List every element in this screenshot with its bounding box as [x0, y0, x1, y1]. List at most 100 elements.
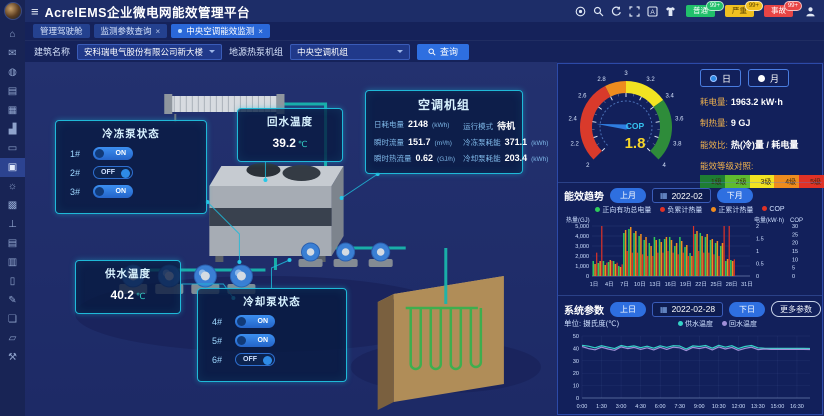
svg-text:4,000: 4,000	[575, 234, 589, 240]
pump-row-3#: 3#ON	[64, 185, 198, 198]
pump-toggle-2#[interactable]: OFF	[93, 166, 133, 179]
pump-toggle-5#[interactable]: ON	[235, 334, 275, 347]
user-avatar-icon[interactable]	[805, 6, 816, 17]
filter-bar: 建筑名称 安科瑞电气股份有限公司新大楼 地源热泵机组 中央空调机组 查询	[25, 40, 824, 62]
sidebar-item-grid-icon[interactable]: ▩	[0, 196, 25, 215]
ahu-stat-瞬时流量: 瞬时流量151.7(m³/h)	[374, 137, 455, 148]
svg-text:16日: 16日	[665, 281, 677, 288]
svg-text:热量(GJ): 热量(GJ)	[566, 216, 590, 224]
svg-text:25: 25	[792, 232, 798, 238]
svg-text:9:00: 9:00	[694, 404, 705, 410]
fullscreen-icon[interactable]	[629, 6, 640, 17]
toggle-knob	[263, 356, 272, 365]
sidebar-item-image-icon[interactable]: ▭	[0, 139, 25, 158]
alarm-button-普通[interactable]: 普通99+	[686, 5, 715, 18]
pump-toggle-1#[interactable]: ON	[93, 147, 133, 160]
sidebar-item-battery-icon[interactable]: ▯	[0, 272, 25, 291]
svg-text:22日: 22日	[695, 281, 707, 288]
sidebar-item-document-icon[interactable]: ▱	[0, 329, 25, 348]
svg-text:电量(kW·h): 电量(kW·h)	[754, 216, 784, 224]
svg-text:30: 30	[573, 359, 579, 365]
pump-row-6#: 6#OFF	[206, 353, 338, 366]
sidebar-item-home-icon[interactable]: ⌂	[0, 25, 25, 44]
prev-month-button[interactable]: 上月	[610, 188, 646, 203]
supply-water-panel: 供水温度 40.2℃	[75, 260, 181, 314]
sidebar-item-chart-icon[interactable]: ▟	[0, 120, 25, 139]
alarm-button-事故[interactable]: 事故99+	[764, 5, 793, 18]
sidebar-item-calendar-icon[interactable]: ▤	[0, 234, 25, 253]
sidebar: ⌂ ✉ ◍ ▤ ▦ ▟ ▭ ▣ ☼▩ ⊥ ▤ ▥ ▯✎❏▱⚒	[0, 0, 25, 416]
sidebar-items: ⌂ ✉ ◍ ▤ ▦ ▟ ▭ ▣ ☼▩ ⊥ ▤ ▥ ▯✎❏▱⚒	[0, 25, 25, 367]
radio-dot-icon	[710, 75, 717, 82]
search-button[interactable]: 查询	[417, 44, 469, 60]
theme-skin-icon[interactable]	[665, 6, 676, 17]
month-picker[interactable]: ▦2022-02	[652, 188, 711, 203]
pump-toggle-4#[interactable]: ON	[235, 315, 275, 328]
pump-row-2#: 2#OFF	[64, 166, 198, 179]
sidebar-item-building-icon[interactable]: ▦	[0, 101, 25, 120]
image-icon: ▭	[8, 144, 17, 154]
search-icon[interactable]	[593, 6, 604, 17]
period-day-radio[interactable]: 日	[700, 69, 741, 87]
svg-text:7日: 7日	[620, 281, 629, 288]
svg-text:3,000: 3,000	[575, 244, 589, 250]
building-select[interactable]: 安科瑞电气股份有限公司新大楼	[77, 44, 222, 60]
antenna-icon: ⊥	[8, 220, 17, 230]
unit-select[interactable]: 中央空调机组	[290, 44, 410, 60]
tab-监测参数查询[interactable]: 监测参数查询×	[94, 24, 168, 38]
panel-title: 回水温度	[246, 114, 334, 129]
sidebar-item-table-icon[interactable]: ▥	[0, 253, 25, 272]
svg-text:0: 0	[576, 396, 579, 402]
svg-text:5: 5	[792, 266, 795, 272]
close-tab-icon[interactable]: ×	[258, 27, 263, 36]
sidebar-item-folder-icon[interactable]: ▤	[0, 82, 25, 101]
panel-title: 供水温度	[84, 266, 172, 281]
sidebar-item-layers-icon[interactable]: ❏	[0, 310, 25, 329]
translate-icon[interactable]: A	[647, 6, 658, 17]
refresh-icon[interactable]	[611, 6, 622, 17]
sidebar-item-message-icon[interactable]: ✉	[0, 44, 25, 63]
disc-icon[interactable]	[575, 6, 586, 17]
sidebar-item-antenna-icon[interactable]: ⊥	[0, 215, 25, 234]
svg-text:30: 30	[792, 224, 798, 230]
svg-text:0: 0	[756, 274, 759, 280]
app-logo[interactable]	[4, 2, 22, 20]
system-params-section: 系统参数 上日 ▦2022-02-28 下日 更多参数 单位: 摄氏度(℃) 供…	[558, 295, 822, 416]
svg-text:25日: 25日	[711, 281, 723, 288]
alarm-button-严重[interactable]: 严重99+	[725, 5, 754, 18]
svg-text:2.2: 2.2	[570, 142, 579, 148]
pump-toggle-3#[interactable]: ON	[93, 185, 133, 198]
monitor-icon: ▣	[8, 163, 17, 173]
svg-text:A: A	[650, 9, 655, 16]
more-params-button[interactable]: 更多参数	[771, 301, 821, 317]
tab-管理驾驶舱[interactable]: 管理驾驶舱	[33, 24, 90, 38]
panel-title: 冷却泵状态	[206, 294, 338, 309]
home-icon: ⌂	[9, 30, 15, 40]
building-label: 建筑名称	[34, 45, 70, 58]
menu-toggle-icon[interactable]: ≡	[31, 5, 39, 18]
sidebar-item-bulb-icon[interactable]: ☼	[0, 177, 25, 196]
power-consumption-stat: 耗电量:1963.2 kW·h	[700, 96, 824, 108]
pump-row-5#: 5#ON	[206, 334, 338, 347]
sidebar-item-tools-icon[interactable]: ⚒	[0, 348, 25, 367]
period-month-radio[interactable]: 月	[748, 69, 789, 87]
sidebar-item-edit-icon[interactable]: ✎	[0, 291, 25, 310]
svg-text:1:30: 1:30	[596, 404, 607, 410]
ahu-stat-日耗电量: 日耗电量2148(kWh)	[374, 119, 455, 132]
tab-中央空调能效监测[interactable]: 中央空调能效监测×	[171, 24, 270, 38]
building-icon: ▦	[8, 106, 17, 116]
next-day-button[interactable]: 下日	[729, 302, 765, 317]
date-picker[interactable]: ▦2022-02-28	[652, 302, 723, 317]
next-month-button[interactable]: 下月	[717, 188, 753, 203]
globe-icon: ◍	[8, 68, 17, 78]
prev-day-button[interactable]: 上日	[610, 302, 646, 317]
temperature-legend: 供水温度回水温度	[619, 319, 816, 328]
sidebar-item-monitor-icon[interactable]: ▣	[0, 158, 25, 177]
content-area: 冷冻泵状态 1#ON2#OFF3#ON 回水温度 39.2℃ 空调机组 日耗电量…	[25, 62, 824, 416]
sidebar-item-globe-icon[interactable]: ◍	[0, 63, 25, 82]
close-tab-icon[interactable]: ×	[156, 27, 161, 36]
pump-toggle-6#[interactable]: OFF	[235, 353, 275, 366]
svg-text:10日: 10日	[634, 281, 646, 288]
svg-text:1: 1	[756, 249, 759, 255]
table-icon: ▥	[8, 258, 17, 268]
